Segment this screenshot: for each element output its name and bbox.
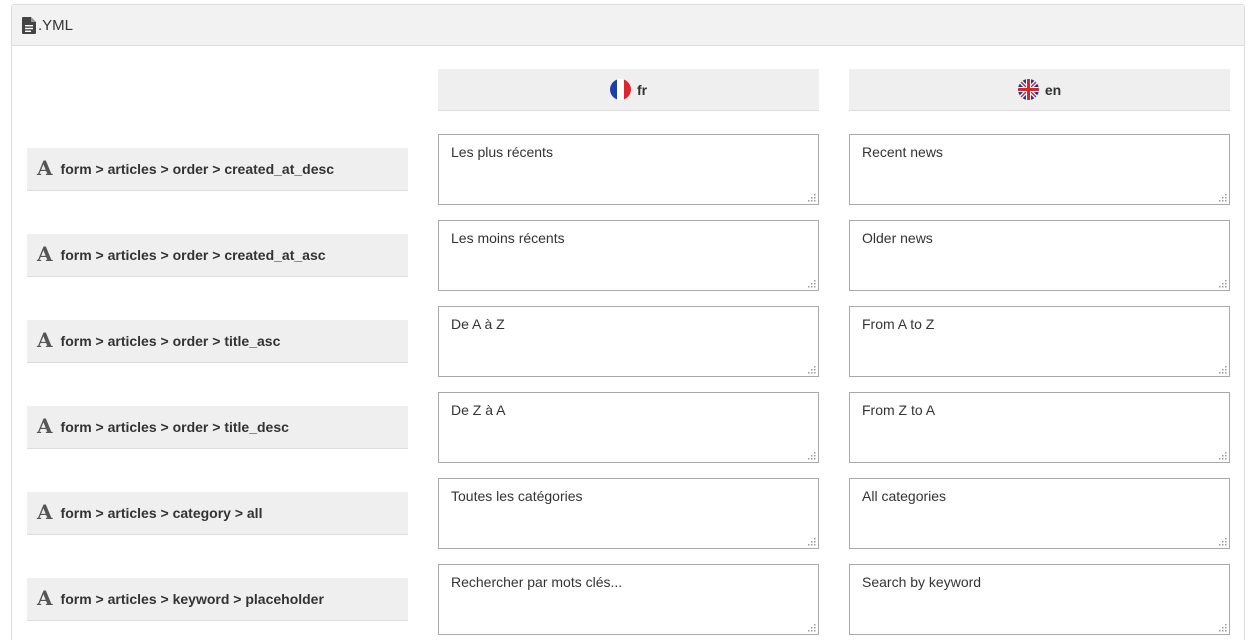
panel-title: .YML xyxy=(38,16,74,34)
textarea-value: From A to Z xyxy=(862,316,935,332)
textarea-value: Rechercher par mots clés... xyxy=(451,574,623,590)
textarea-value: From Z to A xyxy=(862,402,936,418)
translation-textarea-en[interactable]: Recent news xyxy=(849,134,1230,205)
translation-textarea-en[interactable]: Search by keyword xyxy=(849,564,1230,635)
text-font-icon: A xyxy=(37,242,53,266)
translation-textarea-en[interactable]: All categories xyxy=(849,478,1230,549)
text-font-icon: A xyxy=(37,414,53,438)
translation-textarea-fr[interactable]: De Z à A xyxy=(438,392,819,463)
lang-header-en: en xyxy=(849,69,1230,111)
file-text-icon xyxy=(22,16,36,34)
text-font-icon: A xyxy=(37,586,53,610)
translation-textarea-en[interactable]: Older news xyxy=(849,220,1230,291)
translation-textarea-fr[interactable]: Les moins récents xyxy=(438,220,819,291)
resize-grip-icon[interactable] xyxy=(1219,366,1227,374)
translation-key-row: A form > articles > order > title_asc xyxy=(27,320,408,363)
resize-grip-icon[interactable] xyxy=(808,366,816,374)
resize-grip-icon[interactable] xyxy=(808,280,816,288)
translation-key-row: A form > articles > order > title_desc xyxy=(27,406,408,449)
translation-textarea-en[interactable]: From A to Z xyxy=(849,306,1230,377)
lang-code-fr: fr xyxy=(636,81,648,98)
translation-key-row: A form > articles > order > created_at_d… xyxy=(27,148,408,191)
translation-textarea-en[interactable]: From Z to A xyxy=(849,392,1230,463)
translation-key: form > articles > order > title_asc xyxy=(60,333,281,349)
resize-grip-icon[interactable] xyxy=(1219,452,1227,460)
resize-grip-icon[interactable] xyxy=(1219,538,1227,546)
textarea-value: Search by keyword xyxy=(862,574,982,590)
textarea-value: Toutes les catégories xyxy=(451,488,583,504)
resize-grip-icon[interactable] xyxy=(1219,624,1227,632)
textarea-value: All categories xyxy=(862,488,947,504)
france-flag-icon xyxy=(609,79,631,100)
translation-key-row: A form > articles > order > created_at_a… xyxy=(27,234,408,277)
resize-grip-icon[interactable] xyxy=(808,624,816,632)
resize-grip-icon[interactable] xyxy=(808,538,816,546)
translation-key: form > articles > keyword > placeholder xyxy=(60,591,324,607)
resize-grip-icon[interactable] xyxy=(808,194,816,202)
translation-textarea-fr[interactable]: Toutes les catégories xyxy=(438,478,819,549)
translation-textarea-fr[interactable]: Les plus récents xyxy=(438,134,819,205)
translation-key-row: A form > articles > category > all xyxy=(27,492,408,535)
textarea-value: Older news xyxy=(862,230,933,246)
translation-key: form > articles > category > all xyxy=(60,505,263,521)
translation-key-row: A form > articles > keyword > placeholde… xyxy=(27,578,408,621)
translation-key: form > articles > order > title_desc xyxy=(60,419,289,435)
uk-flag-icon xyxy=(1017,79,1039,100)
lang-header-fr: fr xyxy=(438,69,819,111)
translation-key: form > articles > order > created_at_des… xyxy=(60,161,335,177)
lang-code-en: en xyxy=(1044,81,1062,98)
resize-grip-icon[interactable] xyxy=(1219,280,1227,288)
resize-grip-icon[interactable] xyxy=(1219,194,1227,202)
textarea-value: Les moins récents xyxy=(451,230,565,246)
textarea-value: De A à Z xyxy=(451,316,505,332)
text-font-icon: A xyxy=(37,328,53,352)
text-font-icon: A xyxy=(37,156,53,180)
translation-textarea-fr[interactable]: Rechercher par mots clés... xyxy=(438,564,819,635)
translation-textarea-fr[interactable]: De A à Z xyxy=(438,306,819,377)
translation-key: form > articles > order > created_at_asc xyxy=(60,247,326,263)
textarea-value: De Z à A xyxy=(451,402,506,418)
panel-heading: .YML xyxy=(12,5,1244,46)
resize-grip-icon[interactable] xyxy=(808,452,816,460)
text-font-icon: A xyxy=(37,500,53,524)
textarea-value: Recent news xyxy=(862,144,943,160)
textarea-value: Les plus récents xyxy=(451,144,553,160)
